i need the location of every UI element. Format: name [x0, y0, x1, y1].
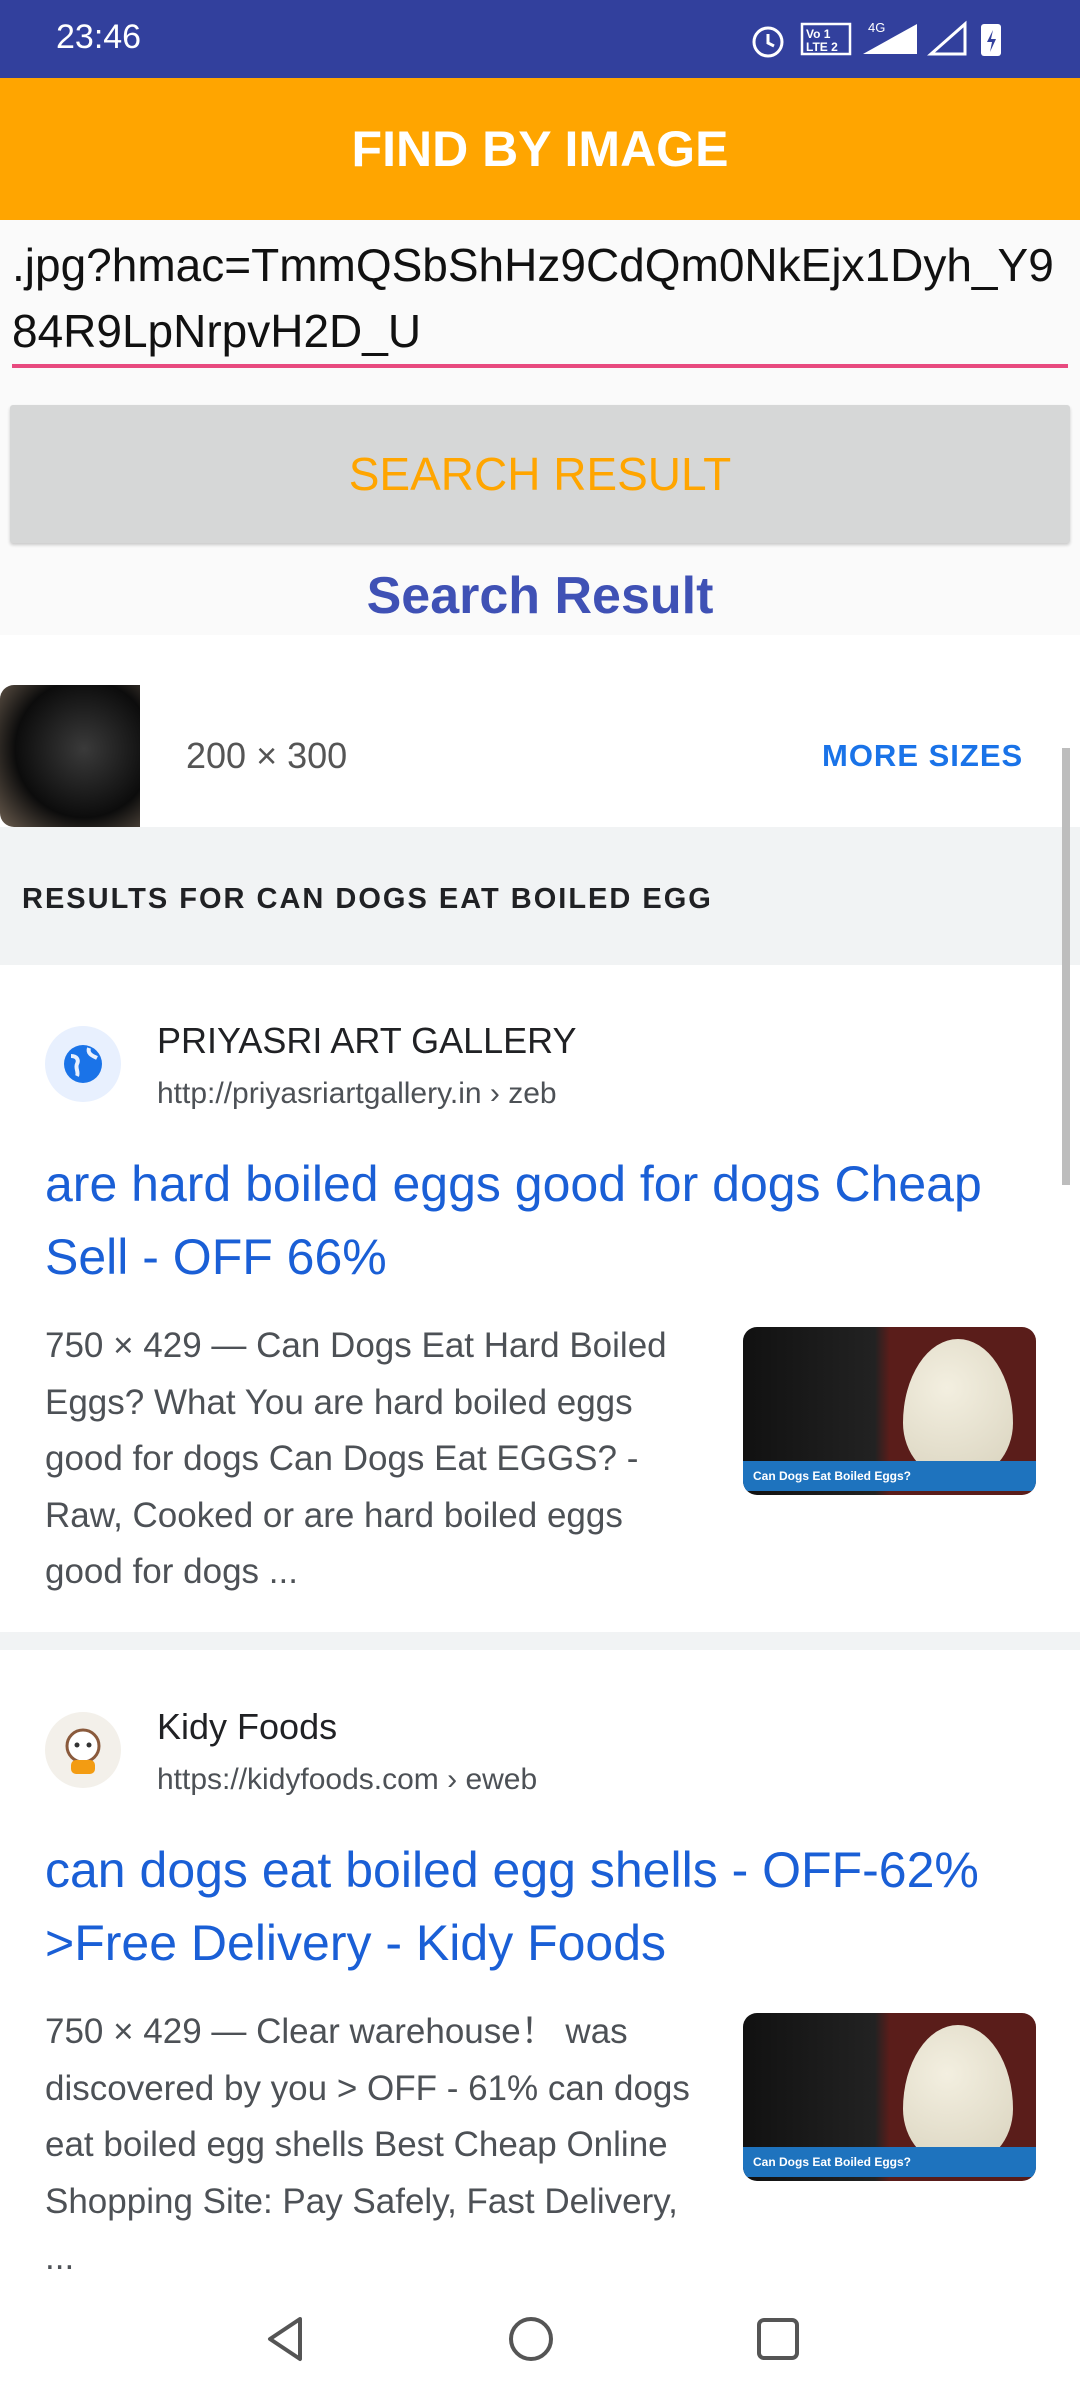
result-title-link[interactable]: can dogs eat boiled egg shells - OFF-62%…	[45, 1834, 1005, 1980]
app-bar-title: FIND BY IMAGE	[0, 78, 1080, 220]
result-title-link[interactable]: are hard boiled eggs good for dogs Cheap…	[45, 1148, 1005, 1294]
svg-text:LTE 2: LTE 2	[806, 40, 838, 54]
result-url-host: https://kidyfoods.com	[157, 1763, 439, 1796]
volte-icon: Vo 1LTE 2	[800, 22, 852, 56]
result-snippet: 750 × 429 — Can Dogs Eat Hard Boiled Egg…	[45, 1326, 667, 1591]
alarm-icon	[752, 26, 784, 58]
more-sizes-link[interactable]: MORE SIZES	[822, 738, 1023, 774]
result-url-host: http://priyasriartgallery.in	[157, 1077, 482, 1110]
egg-image	[903, 1339, 1013, 1479]
globe-icon	[45, 1026, 121, 1102]
result-site-name: PRIYASRI ART GALLERY	[157, 1020, 577, 1061]
result-url[interactable]: https://kidyfoods.com › eweb	[157, 1763, 537, 1797]
result-url-path: › zeb	[481, 1077, 557, 1110]
result-separator	[0, 1632, 1080, 1650]
scrollbar[interactable]	[1062, 748, 1070, 1185]
query-image-thumbnail[interactable]	[0, 685, 140, 827]
thumbnail-caption: Can Dogs Eat Boiled Eggs?	[743, 2147, 1036, 2177]
result-thumbnail[interactable]: Can Dogs Eat Boiled Eggs?	[743, 1327, 1036, 1495]
results-header: RESULTS FOR CAN DOGS EAT BOILED EGG	[22, 883, 713, 915]
status-icons: Vo 1LTE 2 4G	[752, 20, 1001, 58]
result-site-name: Kidy Foods	[157, 1706, 338, 1747]
clock: 23:46	[56, 18, 142, 56]
signal-icon	[927, 20, 967, 56]
result-url-path: › eweb	[438, 1763, 538, 1796]
back-icon[interactable]	[258, 2311, 314, 2367]
home-icon[interactable]	[503, 2311, 559, 2367]
thumbnail-caption: Can Dogs Eat Boiled Eggs?	[743, 1461, 1036, 1491]
egg-image	[903, 2025, 1013, 2165]
recents-icon[interactable]	[750, 2311, 806, 2367]
navigation-bar	[0, 2275, 1080, 2400]
svg-text:Vo 1: Vo 1	[806, 27, 831, 41]
search-result-heading: Search Result	[366, 567, 714, 625]
image-dimensions: 200 × 300	[186, 735, 348, 776]
input-underline	[12, 364, 1068, 368]
4g-signal-icon: 4G	[863, 20, 917, 54]
battery-charging-icon	[981, 24, 1001, 56]
result-thumbnail[interactable]: Can Dogs Eat Boiled Eggs?	[743, 2013, 1036, 2181]
result-snippet: 750 × 429 — Clear warehouse！ was discove…	[45, 2012, 690, 2277]
status-bar: 23:46 Vo 1 LTE 2 4G	[0, 0, 1080, 78]
kidy-foods-logo-icon	[45, 1712, 121, 1788]
image-url-input[interactable]: .jpg?hmac=TmmQSbShHz9CdQm0NkEjx1Dyh_Y984…	[12, 232, 1072, 364]
result-url[interactable]: http://priyasriartgallery.in › zeb	[157, 1077, 557, 1111]
search-result-button[interactable]: SEARCH RESULT	[10, 405, 1070, 543]
svg-text:4G: 4G	[868, 20, 885, 35]
